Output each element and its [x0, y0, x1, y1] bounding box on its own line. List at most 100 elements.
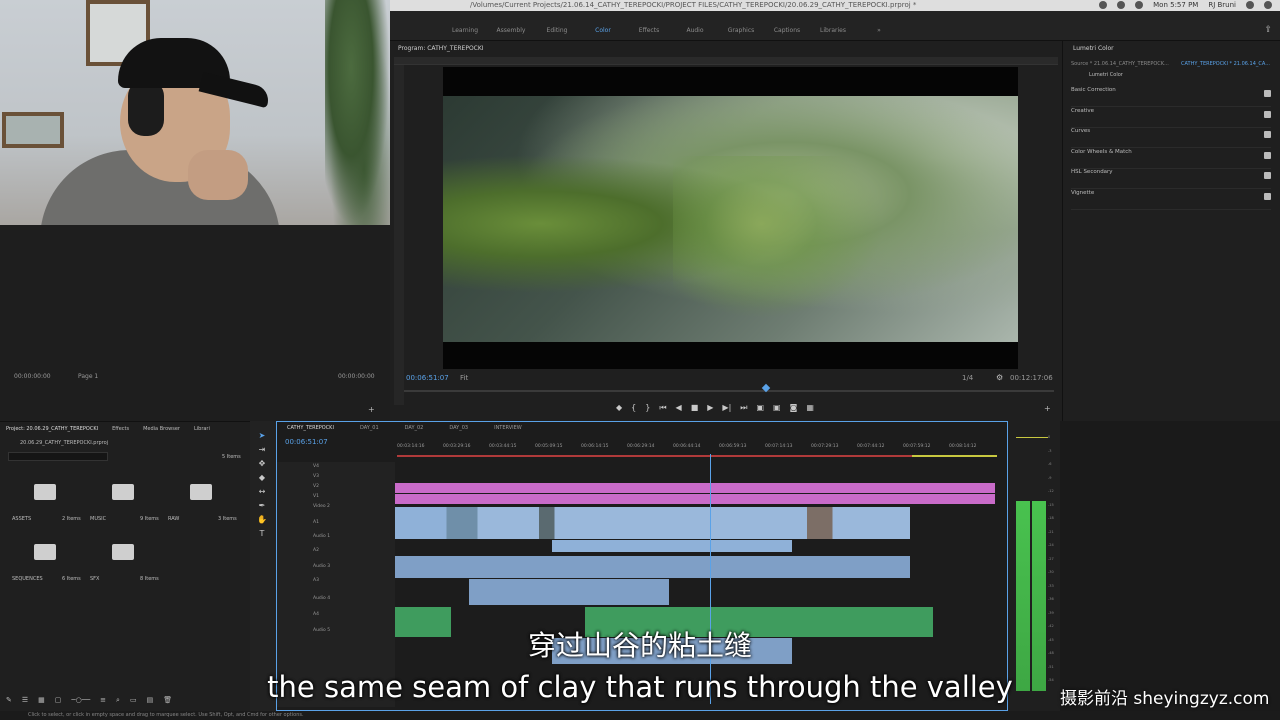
wrench-icon[interactable]: ⚙	[996, 373, 1003, 382]
project-search-input[interactable]	[8, 452, 108, 461]
tab-libraries-panel[interactable]: Librari	[194, 426, 210, 432]
step-forward-icon[interactable]: ▶|	[722, 403, 731, 413]
pen-icon[interactable]: ✒	[257, 501, 267, 511]
section-basic-correction[interactable]: Basic Correction	[1071, 87, 1271, 107]
audio-clips-a2[interactable]	[469, 579, 669, 605]
checkbox[interactable]	[1264, 193, 1271, 200]
marker-icon[interactable]: ◆	[616, 403, 622, 413]
bin-sfx[interactable]	[112, 544, 134, 560]
section-hsl-secondary[interactable]: HSL Secondary	[1071, 169, 1271, 189]
mark-out-icon[interactable]: }	[645, 403, 650, 413]
tab-cathy-terepocki[interactable]: CATHY_TEREPOCKI	[287, 425, 334, 431]
track-label[interactable]: A2	[313, 548, 319, 553]
track-label[interactable]: Audio 4	[313, 596, 330, 601]
wifi-icon[interactable]	[1117, 1, 1126, 9]
resolution-select[interactable]: 1/4	[962, 374, 973, 382]
tab-project[interactable]: Project: 20.06.29_CATHY_TEREPOCKI	[6, 426, 98, 432]
lumetri-title[interactable]: Lumetri Color	[1073, 45, 1114, 52]
track-label[interactable]: Audio 3	[313, 564, 330, 569]
add-button-icon[interactable]: +	[1044, 404, 1051, 413]
selection-tool-icon[interactable]: ➤	[257, 431, 267, 441]
tab-day-02[interactable]: DAY_02	[405, 425, 424, 431]
page-select[interactable]: Page 1	[78, 373, 98, 380]
program-title[interactable]: Program: CATHY_TEREPOCKI	[398, 45, 484, 52]
export-frame-icon[interactable]: ◙	[790, 403, 798, 413]
more-workspaces-icon[interactable]: »	[856, 27, 902, 34]
tab-effects-panel[interactable]: Effects	[112, 426, 129, 432]
dropbox-icon[interactable]	[1099, 1, 1108, 9]
bin-sequences[interactable]	[34, 544, 56, 560]
section-creative[interactable]: Creative	[1071, 108, 1271, 128]
track-label[interactable]: A1	[313, 520, 319, 525]
go-to-out-icon[interactable]: ⏭	[740, 403, 747, 413]
audio-clips-a1[interactable]	[395, 556, 910, 578]
track-label[interactable]: V3	[313, 474, 319, 479]
play-icon[interactable]: ▶	[707, 403, 713, 413]
track-label[interactable]: Video 2	[313, 504, 330, 509]
go-to-in-icon[interactable]: ⏮	[659, 403, 666, 413]
program-scrubber[interactable]	[404, 390, 1054, 392]
bin-music[interactable]	[112, 484, 134, 500]
lumetri-effect[interactable]: Lumetri Color	[1089, 72, 1123, 78]
timeline-playhead[interactable]	[710, 454, 711, 704]
battery-icon[interactable]	[1135, 1, 1144, 9]
bin-assets[interactable]	[34, 484, 56, 500]
track-label[interactable]: V4	[313, 464, 319, 469]
tab-interview[interactable]: INTERVIEW	[494, 425, 522, 431]
checkbox[interactable]	[1264, 90, 1271, 97]
tab-media-browser[interactable]: Media Browser	[143, 426, 180, 432]
checkbox[interactable]	[1264, 172, 1271, 179]
section-curves[interactable]: Curves	[1071, 128, 1271, 148]
tab-graphics[interactable]: Graphics	[718, 27, 764, 34]
add-icon[interactable]: +	[368, 405, 375, 414]
track-label[interactable]: V1	[313, 494, 319, 499]
tab-day-01[interactable]: DAY_01	[360, 425, 379, 431]
section-color-wheels[interactable]: Color Wheels & Match	[1071, 149, 1271, 169]
timeline-timecode[interactable]: 00:06:51:07	[285, 438, 328, 446]
tab-libraries[interactable]: Libraries	[810, 27, 856, 34]
tab-captions[interactable]: Captions	[764, 27, 810, 34]
track-label[interactable]: Audio 1	[313, 534, 330, 539]
time-ruler[interactable]: 00:03:14:16 00:03:29:16 00:03:44:15 00:05:0…	[397, 444, 1005, 454]
video-clips[interactable]	[395, 507, 910, 539]
extract-icon[interactable]: ▣	[773, 403, 781, 413]
track-label[interactable]: A4	[313, 612, 319, 617]
track-select-icon[interactable]: ⇥	[257, 445, 267, 455]
compare-icon[interactable]: ▦	[806, 403, 814, 413]
lumetri-source[interactable]: Source * 21.06.14_CATHY_TEREPOCK...	[1071, 61, 1169, 67]
checkbox[interactable]	[1264, 111, 1271, 118]
step-back-icon[interactable]: ◀	[676, 403, 682, 413]
track-label[interactable]: A3	[313, 578, 319, 583]
search-icon[interactable]	[1246, 1, 1254, 9]
bin-raw[interactable]	[190, 484, 212, 500]
tab-effects[interactable]: Effects	[626, 27, 672, 34]
fit-select[interactable]: Fit	[460, 374, 468, 382]
source-timecode[interactable]: 00:00:00:00	[14, 373, 51, 380]
slip-icon[interactable]: ↔	[257, 487, 267, 497]
clip-adjustment-layer[interactable]: Adjustment Layer	[395, 494, 995, 510]
clip-crayfish-png[interactable]: Cinemaesoll 2.00.3 Crayfish.png	[395, 483, 995, 499]
mark-in-icon[interactable]: {	[631, 403, 636, 413]
razor-icon[interactable]: ◆	[257, 473, 267, 483]
share-icon[interactable]: ⇪	[1264, 25, 1272, 35]
user-name[interactable]: RJ Bruni	[1208, 1, 1236, 9]
video-clips-v1[interactable]	[552, 540, 792, 552]
tab-day-03[interactable]: DAY_03	[449, 425, 468, 431]
hand-icon[interactable]: ✋	[257, 515, 267, 525]
checkbox[interactable]	[1264, 152, 1271, 159]
tab-color[interactable]: Color	[580, 27, 626, 34]
track-label[interactable]: V2	[313, 484, 319, 489]
section-vignette[interactable]: Vignette	[1071, 190, 1271, 210]
video-frame[interactable]	[443, 67, 1018, 369]
lumetri-target[interactable]: CATHY_TEREPOCKI * 21.06.14_CA...	[1181, 61, 1270, 67]
tab-learning[interactable]: Learning	[442, 27, 488, 34]
stop-icon[interactable]: ■	[691, 403, 699, 413]
tab-assembly[interactable]: Assembly	[488, 27, 534, 34]
type-icon[interactable]: T	[257, 529, 267, 539]
ripple-edit-icon[interactable]: ✥	[257, 459, 267, 469]
clock[interactable]: Mon 5:57 PM	[1153, 1, 1198, 9]
menu-icon[interactable]	[1264, 1, 1272, 9]
checkbox[interactable]	[1264, 131, 1271, 138]
lift-icon[interactable]: ▣	[756, 403, 764, 413]
program-timecode[interactable]: 00:06:51:07	[406, 374, 449, 382]
